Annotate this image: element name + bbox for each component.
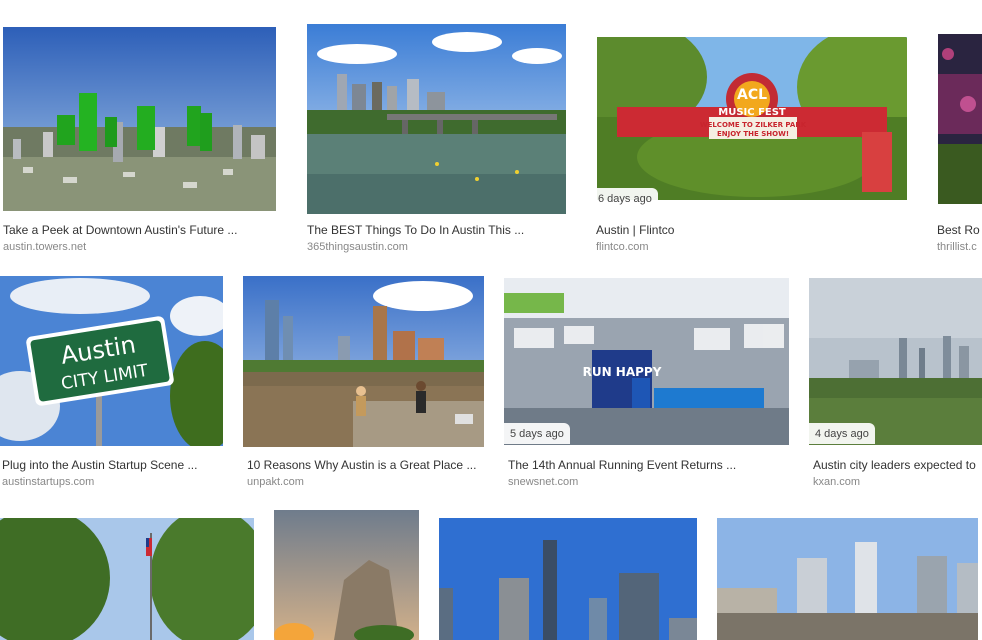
result-card[interactable]: Austin CITY LIMIT Plug into the Austin S… (0, 272, 225, 497)
result-thumbnail[interactable] (307, 24, 566, 214)
result-card[interactable]: ACL MUSIC FEST WELCOME TO ZILKER PARK EN… (592, 20, 914, 260)
result-thumbnail[interactable] (0, 518, 254, 640)
result-thumbnail[interactable]: RUN HAPPY (504, 278, 789, 445)
result-source[interactable]: kxan.com (813, 476, 982, 488)
result-thumbnail[interactable] (439, 518, 697, 640)
result-thumbnail[interactable] (717, 518, 978, 640)
acl-sign-welcome: WELCOME TO ZILKER PARK (700, 121, 807, 129)
result-title[interactable]: The 14th Annual Running Event Returns ..… (508, 458, 792, 472)
result-source[interactable]: snewsnet.com (508, 476, 792, 488)
result-thumbnail[interactable] (274, 510, 419, 640)
result-thumbnail[interactable] (243, 276, 484, 447)
result-source[interactable]: unpakt.com (247, 476, 491, 488)
acl-sign-title: MUSIC FEST (718, 107, 786, 118)
result-title[interactable]: Austin city leaders expected to (813, 458, 982, 472)
result-title[interactable]: Take a Peek at Downtown Austin's Future … (3, 223, 278, 237)
result-thumbnail[interactable] (938, 34, 982, 204)
result-card[interactable]: The BEST Things To Do In Austin This ...… (300, 20, 580, 260)
result-card[interactable] (712, 510, 982, 640)
result-source[interactable]: thrillist.c (937, 241, 982, 253)
result-card[interactable]: 10 Reasons Why Austin is a Great Place .… (238, 272, 493, 497)
result-title[interactable]: Austin | Flintco (596, 223, 896, 237)
result-thumbnail[interactable] (809, 278, 982, 445)
result-card[interactable] (434, 510, 704, 640)
result-card[interactable]: 4 days ago Austin city leaders expected … (808, 272, 982, 497)
result-card[interactable]: Take a Peek at Downtown Austin's Future … (0, 20, 282, 260)
acl-logo-text: ACL (737, 87, 767, 103)
result-title[interactable]: Best Ro (937, 223, 982, 237)
result-source[interactable]: austinstartups.com (2, 476, 222, 488)
acl-sign-enjoy: ENJOY THE SHOW! (717, 130, 789, 138)
date-badge: 4 days ago (809, 423, 875, 444)
result-thumbnail[interactable]: ACL MUSIC FEST WELCOME TO ZILKER PARK EN… (597, 37, 907, 200)
result-source[interactable]: flintco.com (596, 241, 896, 253)
result-thumbnail[interactable]: Austin CITY LIMIT (0, 276, 223, 446)
date-badge: 6 days ago (592, 188, 658, 209)
result-title[interactable]: Plug into the Austin Startup Scene ... (2, 458, 222, 472)
expo-banner-text: RUN HAPPY (583, 365, 662, 379)
result-title[interactable]: 10 Reasons Why Austin is a Great Place .… (247, 458, 491, 472)
result-title[interactable]: The BEST Things To Do In Austin This ... (307, 223, 572, 237)
result-source[interactable]: austin.towers.net (3, 241, 278, 253)
result-card[interactable] (272, 510, 422, 640)
date-badge: 5 days ago (504, 423, 570, 444)
result-card[interactable] (0, 510, 260, 640)
result-card[interactable]: Best Ro thrillist.c (932, 20, 982, 260)
result-source[interactable]: 365thingsaustin.com (307, 241, 572, 253)
result-card[interactable]: RUN HAPPY 5 days ago The 14th Annual Run… (500, 272, 795, 497)
result-thumbnail[interactable] (3, 27, 276, 211)
